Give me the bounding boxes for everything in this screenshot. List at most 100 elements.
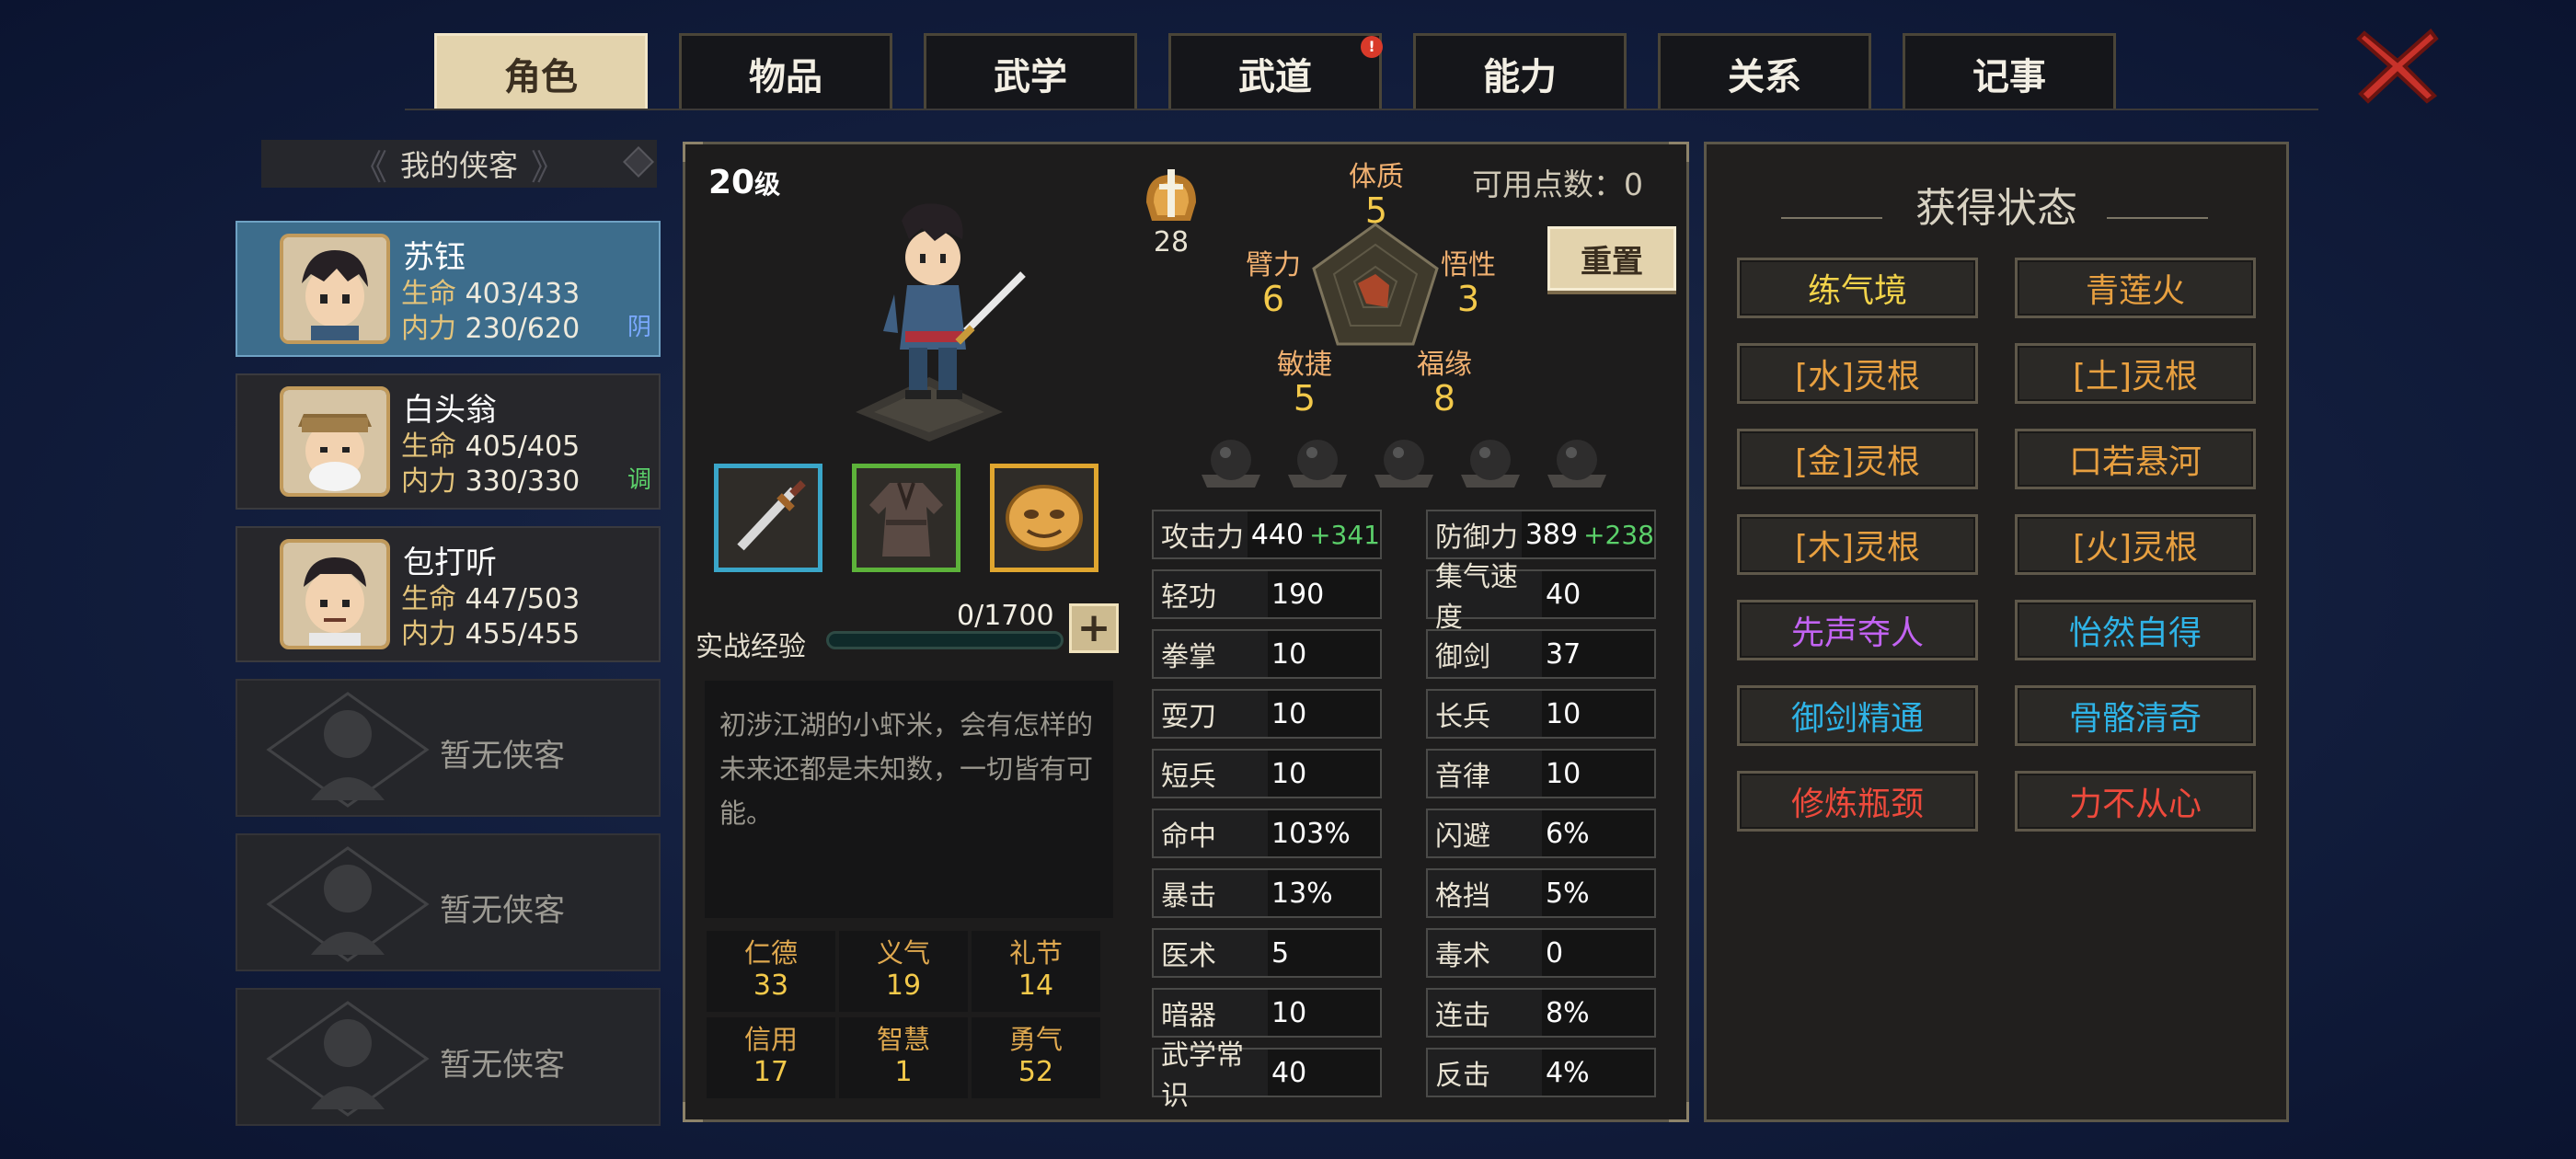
attr-wuxing: 悟性 3 (1441, 249, 1496, 319)
stat-row: 连击 8% (1426, 988, 1656, 1038)
hero-tag: 调 (627, 466, 651, 494)
hero-portrait (280, 539, 390, 649)
title-ornament (1781, 217, 1882, 219)
status-tag[interactable]: [土]灵根 (2015, 343, 2256, 404)
status-tag[interactable]: 力不从心 (2015, 771, 2256, 832)
stat-row: 暴击 13% (1152, 868, 1382, 918)
empty-hero-slot[interactable]: 暂无侠客 (236, 833, 661, 971)
tab-label: 记事 (1972, 55, 2046, 98)
my-heroes-header: 《 我的侠客 》 (261, 140, 657, 188)
stat-row: 音律 10 (1426, 749, 1656, 798)
hero-portrait (280, 234, 390, 344)
sword-emblem-icon (1146, 169, 1196, 221)
stat-row: 御剑 37 (1426, 629, 1656, 679)
exp-value: 0/1700 (957, 600, 1054, 632)
stat-row: 命中 103% (1152, 809, 1382, 858)
empty-hero-slot[interactable]: 暂无侠客 (236, 988, 661, 1126)
rank-badge: 28 (1137, 166, 1205, 258)
level-label: 20级 (708, 164, 781, 201)
hero-mp: 内力 230/620 (401, 313, 581, 345)
hero-mp: 内力 455/455 (401, 618, 581, 650)
mask-icon (1006, 485, 1083, 551)
accessory-slot[interactable] (990, 464, 1098, 572)
sword-icon (737, 480, 806, 551)
attr-minjie: 敏捷 5 (1277, 349, 1332, 419)
silhouette-icon (266, 846, 430, 962)
title-ornament (2107, 217, 2208, 219)
tab-character[interactable]: 角色 (434, 33, 648, 110)
status-tag[interactable]: 骨骼清奇 (2015, 685, 2256, 746)
tab-label: 关系 (1728, 55, 1801, 98)
hero-card-suyu[interactable]: 苏钰 生命 403/433 内力 230/620 阴 (236, 221, 661, 357)
close-button[interactable] (2355, 24, 2440, 105)
exp-progress-bar (826, 631, 1064, 649)
stat-row: 防御力 389 +238 (1426, 510, 1656, 559)
virtue-xinyong: 信用 17 (707, 1017, 835, 1098)
attr-fuyuan: 福缘 8 (1417, 349, 1472, 419)
empty-orb-slot[interactable] (1198, 432, 1264, 489)
status-tag[interactable]: 口若悬河 (2015, 429, 2256, 489)
stat-row: 闪避 6% (1426, 809, 1656, 858)
stat-row: 暗器 10 (1152, 988, 1382, 1038)
virtue-lijie: 礼节 14 (972, 931, 1100, 1012)
diamond-icon (623, 146, 654, 178)
empty-orb-slot[interactable] (1371, 432, 1437, 489)
top-tab-bar: 角色 物品 武学 武道! 能力 关系 记事 (434, 33, 2118, 110)
silhouette-icon (266, 1001, 430, 1117)
status-tag[interactable]: [金]灵根 (1737, 429, 1978, 489)
chevron-right-icon: 》 (531, 146, 567, 188)
character-description: 初涉江湖的小虾米，会有怎样的未来还都是未知数，一切皆有可能。 (705, 681, 1113, 918)
sidebar-title: 我的侠客 (399, 148, 518, 183)
close-icon (2356, 29, 2439, 104)
stat-row: 格挡 5% (1426, 868, 1656, 918)
status-tag[interactable]: [水]灵根 (1737, 343, 1978, 404)
tab-wudao[interactable]: 武道! (1168, 33, 1383, 110)
tab-abilities[interactable]: 能力 (1413, 33, 1627, 110)
virtue-rende: 仁德 33 (707, 931, 835, 1012)
empty-orb-slot[interactable] (1544, 432, 1610, 489)
empty-orb-slot[interactable] (1284, 432, 1351, 489)
status-tag[interactable]: 怡然自得 (2015, 600, 2256, 660)
add-exp-button[interactable]: + (1069, 603, 1119, 653)
chevron-left-icon: 《 (351, 146, 387, 188)
plus-icon: + (1076, 604, 1111, 651)
empty-orb-slot[interactable] (1457, 432, 1524, 489)
empty-hero-slot[interactable]: 暂无侠客 (236, 679, 661, 817)
stat-row: 集气速度 40 (1426, 561, 1656, 634)
tab-label: 武道 (1238, 55, 1312, 98)
status-tag[interactable]: [火]灵根 (2015, 514, 2256, 575)
tab-relations[interactable]: 关系 (1658, 33, 1871, 110)
hero-card-baodating[interactable]: 包打听 生命 447/503 内力 455/455 (236, 526, 661, 662)
empty-slot-label: 暂无侠客 (440, 1047, 565, 1084)
tab-journal[interactable]: 记事 (1903, 33, 2116, 110)
status-tag[interactable]: 青莲火 (2015, 258, 2256, 318)
hero-card-baitouweng[interactable]: 白头翁 生命 405/405 内力 330/330 调 (236, 373, 661, 510)
status-tag[interactable]: 御剑精通 (1737, 685, 1978, 746)
status-panel-title: 获得状态 (1915, 185, 2077, 232)
hero-mp: 内力 330/330 (401, 465, 581, 498)
tab-martial-arts[interactable]: 武学 (924, 33, 1137, 110)
stat-row: 轻功 190 (1152, 569, 1382, 619)
status-tag[interactable]: 修炼瓶颈 (1737, 771, 1978, 832)
stat-row: 反击 4% (1426, 1048, 1656, 1097)
hero-tag: 阴 (627, 314, 651, 341)
stat-row: 长兵 10 (1426, 689, 1656, 739)
status-tag[interactable]: 先声夺人 (1737, 600, 1978, 660)
status-tag[interactable]: 练气境 (1737, 258, 1978, 318)
armor-slot[interactable] (852, 464, 960, 572)
virtue-yongqi: 勇气 52 (972, 1017, 1100, 1098)
notification-badge: ! (1361, 36, 1383, 58)
tab-items[interactable]: 物品 (679, 33, 892, 110)
virtue-zhihui: 智慧 1 (839, 1017, 968, 1098)
attr-tizhi: 体质 5 (1349, 161, 1404, 231)
rank-value: 28 (1153, 226, 1190, 258)
stat-row: 毒术 0 (1426, 928, 1656, 978)
weapon-slot[interactable] (714, 464, 822, 572)
reset-button[interactable]: 重置 (1547, 226, 1676, 291)
attr-bili: 臂力 6 (1246, 249, 1301, 319)
tab-label: 能力 (1483, 55, 1557, 98)
character-sprite (810, 193, 1049, 451)
tab-label: 角色 (504, 55, 578, 98)
status-tag[interactable]: [木]灵根 (1737, 514, 1978, 575)
attribute-radar-chart (1312, 223, 1439, 346)
